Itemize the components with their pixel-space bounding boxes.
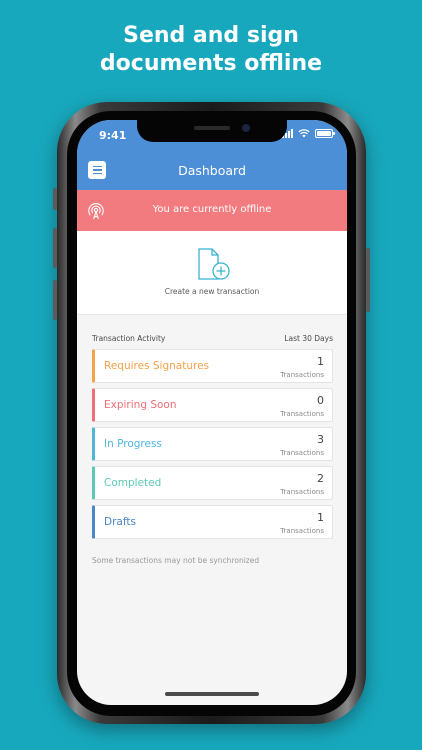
row-count: 1 [317, 511, 324, 524]
row-unit: Transactions [280, 371, 324, 379]
phone-volume-down-button [53, 280, 57, 320]
offline-banner: You are currently offline [77, 190, 347, 231]
transaction-list: Requires Signatures 1 Transactions Expir… [92, 349, 333, 544]
row-count: 1 [317, 355, 324, 368]
front-camera [242, 124, 250, 132]
new-document-plus-icon [198, 248, 230, 280]
row-label: Completed [104, 477, 162, 489]
row-drafts[interactable]: Drafts 1 Transactions [92, 505, 333, 539]
row-completed[interactable]: Completed 2 Transactions [92, 466, 333, 500]
row-count: 0 [317, 394, 324, 407]
promo-headline-line2: documents offline [99, 51, 323, 76]
activity-title: Transaction Activity [92, 334, 166, 343]
activity-range[interactable]: Last 30 Days [284, 334, 333, 343]
row-unit: Transactions [280, 449, 324, 457]
row-label: Requires Signatures [104, 360, 209, 372]
battery-icon [315, 129, 335, 138]
row-unit: Transactions [280, 488, 324, 496]
activity-header: Transaction Activity Last 30 Days [92, 334, 333, 343]
row-label: Expiring Soon [104, 399, 177, 411]
create-transaction-button[interactable]: Create a new transaction [77, 231, 347, 315]
status-time: 9:41 [99, 129, 127, 142]
status-icons [282, 129, 335, 138]
phone-notch [137, 120, 287, 142]
phone-volume-up-button [53, 228, 57, 268]
row-count: 2 [317, 472, 324, 485]
row-unit: Transactions [280, 527, 324, 535]
row-expiring-soon[interactable]: Expiring Soon 0 Transactions [92, 388, 333, 422]
phone-power-button [366, 248, 370, 312]
sync-footnote: Some transactions may not be synchronize… [92, 556, 260, 565]
create-transaction-label: Create a new transaction [164, 287, 260, 296]
home-indicator[interactable] [165, 692, 259, 696]
row-in-progress[interactable]: In Progress 3 Transactions [92, 427, 333, 461]
row-label: In Progress [104, 438, 162, 450]
phone-silent-switch [53, 188, 57, 210]
phone-screen: 9:41 Dashboard You are currently offline [77, 120, 347, 705]
row-requires-signatures[interactable]: Requires Signatures 1 Transactions [92, 349, 333, 383]
row-unit: Transactions [280, 410, 324, 418]
promo-headline: Send and sign documents offline [0, 22, 422, 78]
promo-headline-line1: Send and sign [123, 23, 299, 48]
page-title: Dashboard [178, 163, 246, 178]
speaker-grille [194, 126, 230, 130]
wifi-icon [298, 129, 310, 138]
row-label: Drafts [104, 516, 136, 528]
row-count: 3 [317, 433, 324, 446]
offline-message: You are currently offline [152, 204, 272, 215]
